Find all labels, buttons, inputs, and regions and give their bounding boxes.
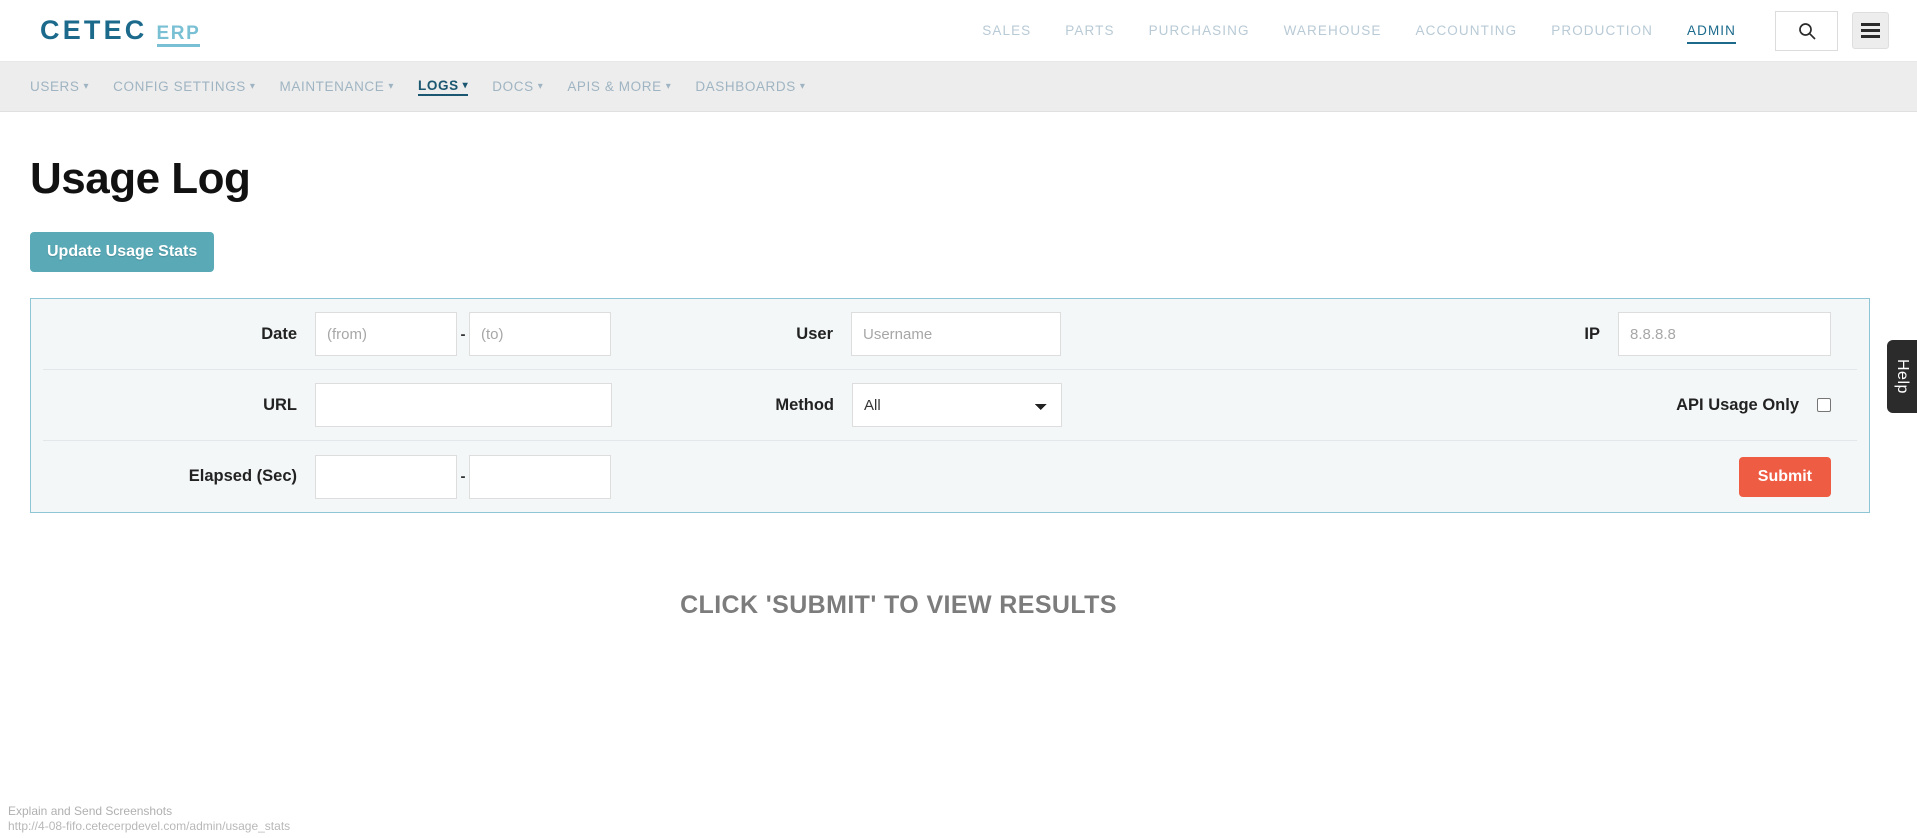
hamburger-icon-bar-1 xyxy=(1861,23,1880,26)
nav-item-warehouse[interactable]: WAREHOUSE xyxy=(1267,0,1399,62)
status-bar-line-1: Explain and Send Screenshots xyxy=(8,804,173,818)
elapsed-label: Elapsed (Sec) xyxy=(188,467,297,485)
help-tab-button[interactable]: Help xyxy=(1887,340,1917,413)
elapsed-to-input[interactable] xyxy=(469,454,611,499)
browser-status-bar: Explain and Send Screenshots http://4-08… xyxy=(0,804,1917,838)
subnav-item-users[interactable]: USERS ▾ xyxy=(30,79,89,94)
subnav-item-logs[interactable]: LOGS ▾ xyxy=(418,77,469,96)
elapsed-from-input[interactable] xyxy=(315,454,457,499)
status-bar-url: http://4-08-fifo.cetecerpdevel.com/admin… xyxy=(8,819,291,833)
subnav-item-docs[interactable]: DOCS ▾ xyxy=(492,79,543,94)
user-label: User xyxy=(796,324,833,343)
chevron-down-icon: ▾ xyxy=(249,81,256,92)
submit-button[interactable]: Submit xyxy=(1738,456,1831,497)
hamburger-menu-button[interactable] xyxy=(1852,12,1889,49)
user-input[interactable] xyxy=(851,312,1061,356)
subnav-item-config-settings[interactable]: CONFIG SETTINGS ▾ xyxy=(113,79,255,94)
chevron-down-icon: ▾ xyxy=(83,81,90,92)
nav-item-admin[interactable]: ADMIN xyxy=(1670,0,1753,62)
ip-label: IP xyxy=(1584,324,1600,343)
update-usage-stats-button[interactable]: Update Usage Stats xyxy=(30,232,215,272)
submit-group: Submit xyxy=(1738,456,1857,497)
ip-field-group: IP xyxy=(1584,312,1857,356)
api-usage-only-group: API Usage Only xyxy=(1676,396,1857,415)
filter-row-date: Date - User IP xyxy=(43,299,1857,370)
nav-item-parts[interactable]: PARTS xyxy=(1048,0,1131,62)
nav-item-production[interactable]: PRODUCTION xyxy=(1534,0,1670,62)
header-actions xyxy=(1775,10,1889,51)
cetec-erp-logo[interactable]: CETEC ERP xyxy=(40,14,201,47)
url-input[interactable] xyxy=(315,383,612,427)
user-field-group: User xyxy=(796,312,1061,356)
subnav-label-config-settings: CONFIG SETTINGS xyxy=(113,79,246,94)
api-usage-only-checkbox[interactable] xyxy=(1817,398,1831,412)
method-select[interactable]: All xyxy=(852,383,1062,427)
results-placeholder-message: CLICK 'SUBMIT' TO VIEW RESULTS xyxy=(680,591,1117,619)
method-label: Method xyxy=(775,395,834,414)
subnav-item-maintenance[interactable]: MAINTENANCE ▾ xyxy=(280,79,394,94)
search-icon xyxy=(1798,22,1816,40)
date-label: Date xyxy=(261,324,297,343)
date-to-input[interactable] xyxy=(469,312,611,356)
subnav-label-docs: DOCS xyxy=(492,79,534,94)
usage-log-filter-panel: Date - User IP URL Method All xyxy=(30,298,1870,513)
nav-item-purchasing[interactable]: PURCHASING xyxy=(1132,0,1267,62)
primary-nav: SALES PARTS PURCHASING WAREHOUSE ACCOUNT… xyxy=(965,0,1753,62)
date-from-input[interactable] xyxy=(315,312,457,356)
main-content: Usage Log Update Usage Stats Date - User… xyxy=(0,154,1917,838)
subnav-item-dashboards[interactable]: DASHBOARDS ▾ xyxy=(695,79,805,94)
date-range-separator: - xyxy=(460,325,466,343)
admin-subnav: USERS ▾ CONFIG SETTINGS ▾ MAINTENANCE ▾ … xyxy=(0,62,1917,112)
filter-row-elapsed: Elapsed (Sec) - Submit xyxy=(43,441,1857,512)
subnav-label-users: USERS xyxy=(30,79,80,94)
subnav-label-logs: LOGS xyxy=(418,77,459,93)
subnav-label-dashboards: DASHBOARDS xyxy=(695,79,796,94)
chevron-down-icon: ▾ xyxy=(665,81,672,92)
chevron-down-icon: ▾ xyxy=(537,81,544,92)
chevron-down-icon: ▾ xyxy=(462,79,469,91)
nav-item-accounting[interactable]: ACCOUNTING xyxy=(1399,0,1535,62)
url-label: URL xyxy=(263,395,297,414)
api-usage-only-label: API Usage Only xyxy=(1676,395,1799,414)
chevron-down-icon: ▾ xyxy=(388,81,395,92)
search-button[interactable] xyxy=(1775,10,1838,51)
elapsed-range-separator: - xyxy=(460,468,466,485)
ip-input[interactable] xyxy=(1618,312,1831,356)
page-title: Usage Log xyxy=(30,154,251,203)
subnav-label-maintenance: MAINTENANCE xyxy=(279,79,385,94)
filter-row-url: URL Method All API Usage Only xyxy=(43,370,1857,441)
nav-item-sales[interactable]: SALES xyxy=(965,0,1048,62)
subnav-label-apis-and-more: APIS & MORE xyxy=(567,79,662,94)
logo-erp-text: ERP xyxy=(156,24,201,47)
hamburger-icon-bar-3 xyxy=(1861,35,1880,38)
chevron-down-icon: ▾ xyxy=(799,81,806,92)
top-header: CETEC ERP SALES PARTS PURCHASING WAREHOU… xyxy=(0,0,1917,62)
logo-cetec-text: CETEC xyxy=(40,14,148,45)
help-tab-label: Help xyxy=(1894,359,1911,394)
hamburger-icon-bar-2 xyxy=(1861,29,1880,32)
method-field-group: Method All xyxy=(775,383,1062,427)
subnav-item-apis-and-more[interactable]: APIS & MORE ▾ xyxy=(567,79,671,94)
